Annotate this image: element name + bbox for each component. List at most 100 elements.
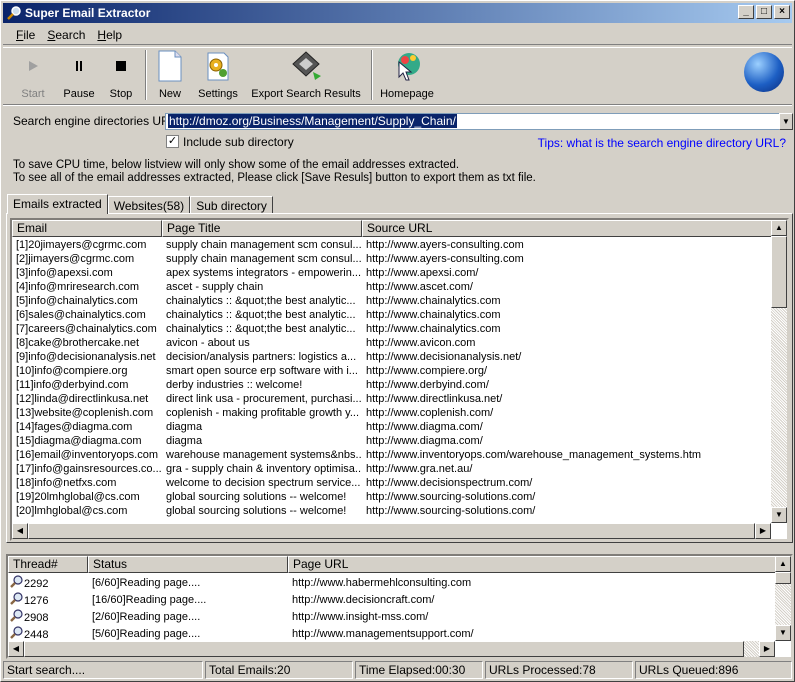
scroll-right-button[interactable]: ▶ — [755, 523, 771, 539]
source-url-cell: http://www.diagma.com/ — [366, 421, 483, 433]
scroll-left-button[interactable]: ◀ — [8, 641, 24, 657]
email-cell: [17]info@gainsresources.co... — [16, 463, 162, 475]
stop-button[interactable]: Stop — [103, 50, 139, 100]
email-row[interactable]: [3]info@apexsi.com apex systems integrato… — [12, 266, 775, 280]
email-row[interactable]: [20]lmhglobal@cs.com global sourcing solu… — [12, 504, 775, 518]
email-cell: [14]fages@diagma.com — [16, 421, 133, 433]
status-total-emails: Total Emails:20 — [205, 661, 353, 679]
status-cell: [16/60]Reading page.... — [92, 594, 207, 606]
email-row[interactable]: [12]linda@directlinkusa.net direct link u… — [12, 392, 775, 406]
menu-search[interactable]: Search — [41, 28, 91, 42]
menu-bar: File Search Help — [3, 25, 792, 45]
email-cell: [20]lmhglobal@cs.com — [16, 505, 128, 517]
page-title-cell: welcome to decision spectrum service... — [166, 477, 361, 489]
column-header-email[interactable]: Email — [12, 220, 162, 237]
tab-emails-extracted[interactable]: Emails extracted — [7, 194, 108, 214]
tab-sub-directory[interactable]: Sub directory — [190, 196, 273, 214]
email-row[interactable]: [1]20jimayers@cgrmc.com supply chain mana… — [12, 238, 775, 252]
status-state: Start search.... — [3, 661, 203, 679]
email-row[interactable]: [5]info@chainalytics.com chainalytics :: … — [12, 294, 775, 308]
scroll-thumb[interactable] — [24, 641, 744, 657]
page-title-cell: smart open source erp software with i... — [166, 365, 358, 377]
email-cell: [6]sales@chainalytics.com — [16, 309, 146, 321]
scroll-down-button[interactable]: ▼ — [775, 625, 791, 641]
thread-cell: 2908 — [8, 609, 88, 626]
export-search-results-button[interactable]: Export Search Results — [251, 50, 361, 100]
threads-listview[interactable]: Thread# Status Page URL 2292 [6/60]Readin… — [6, 554, 793, 659]
scroll-left-button[interactable]: ◀ — [12, 523, 28, 539]
include-sub-label[interactable]: Include sub directory — [183, 135, 294, 149]
scroll-right-button[interactable]: ▶ — [759, 641, 775, 657]
email-row[interactable]: [11]info@derbyind.com derby industries ::… — [12, 378, 775, 392]
page-title-cell: supply chain management scm consul... — [166, 253, 362, 265]
email-row[interactable]: [4]info@mriresearch.com ascet - supply ch… — [12, 280, 775, 294]
threads-horizontal-scrollbar[interactable]: ◀ ▶ — [8, 641, 775, 657]
column-header-page-url[interactable]: Page URL — [288, 556, 777, 573]
thread-row[interactable]: 2908 [2/60]Reading page.... http://www.ins… — [8, 609, 777, 626]
email-row[interactable]: [6]sales@chainalytics.com chainalytics ::… — [12, 308, 775, 322]
email-row[interactable]: [16]email@inventoryops.com warehouse mana… — [12, 448, 775, 462]
scroll-down-button[interactable]: ▼ — [771, 507, 787, 523]
play-icon — [29, 61, 38, 71]
thread-cell: 2292 — [8, 575, 88, 592]
toolbar-separator — [145, 50, 147, 100]
emails-listview[interactable]: Email Page Title Source URL [1]20jimayer… — [10, 218, 789, 541]
thread-row[interactable]: 1276 [16/60]Reading page.... http://www.de… — [8, 592, 777, 609]
homepage-button[interactable]: Homepage — [377, 50, 437, 100]
emails-vertical-scrollbar[interactable]: ▲ ▼ — [771, 220, 787, 523]
scroll-up-button[interactable]: ▲ — [771, 220, 787, 236]
start-button[interactable]: Start — [13, 50, 53, 100]
toolbar: Start Pause Stop New Settings Export Sea… — [3, 47, 792, 103]
scroll-up-button[interactable]: ▲ — [775, 556, 791, 572]
menu-file[interactable]: File — [3, 28, 41, 42]
column-header-status[interactable]: Status — [88, 556, 288, 573]
thread-id: 1276 — [24, 595, 49, 607]
email-row[interactable]: [9]info@decisionanalysis.net decision/ana… — [12, 350, 775, 364]
menu-help[interactable]: Help — [91, 28, 128, 42]
status-urls-processed: URLs Processed:78 — [485, 661, 633, 679]
column-header-page-title[interactable]: Page Title — [162, 220, 362, 237]
status-bar: Start search.... Total Emails:20 Time El… — [3, 661, 792, 679]
page-title-cell: coplenish - making profitable growth y..… — [166, 407, 359, 419]
email-cell: [11]info@derbyind.com — [16, 379, 129, 391]
scroll-thumb[interactable] — [775, 572, 791, 584]
email-row[interactable]: [10]info@compiere.org smart open source e… — [12, 364, 775, 378]
settings-button[interactable]: Settings — [195, 50, 241, 100]
email-row[interactable]: [2]jimayers@cgrmc.com supply chain manage… — [12, 252, 775, 266]
thread-id: 2448 — [24, 629, 49, 641]
email-row[interactable]: [8]cake@brothercake.net avicon - about us… — [12, 336, 775, 350]
scroll-thumb[interactable] — [28, 523, 755, 539]
email-cell: [5]info@chainalytics.com — [16, 295, 138, 307]
page-title-cell: global sourcing solutions -- welcome! — [166, 505, 347, 517]
threads-vertical-scrollbar[interactable]: ▲ ▼ — [775, 556, 791, 641]
column-header-source-url[interactable]: Source URL — [362, 220, 775, 237]
minimize-button[interactable]: _ — [738, 5, 754, 19]
scroll-thumb[interactable] — [771, 236, 787, 308]
tab-websites[interactable]: Websites(58) — [107, 196, 191, 214]
email-row[interactable]: [14]fages@diagma.com diagma http://www.dia… — [12, 420, 775, 434]
url-dropdown-button[interactable]: ▼ — [779, 113, 793, 130]
email-cell: [10]info@compiere.org — [16, 365, 128, 377]
status-cell: [6/60]Reading page.... — [92, 577, 201, 589]
emails-horizontal-scrollbar[interactable]: ◀ ▶ — [12, 523, 771, 539]
thread-row[interactable]: 2292 [6/60]Reading page.... http://www.hab… — [8, 575, 777, 592]
email-row[interactable]: [19]20lmhglobal@cs.com global sourcing so… — [12, 490, 775, 504]
email-row[interactable]: [15]diagma@diagma.com diagma http://www.di… — [12, 434, 775, 448]
close-button[interactable]: × — [774, 5, 790, 19]
tips-link[interactable]: Tips: what is the search engine director… — [538, 136, 786, 150]
title-bar: Super Email Extractor _ □ × — [3, 3, 792, 23]
divider — [3, 104, 792, 106]
email-row[interactable]: [17]info@gainsresources.co... gra - suppl… — [12, 462, 775, 476]
email-row[interactable]: [7]careers@chainalytics.com chainalytics … — [12, 322, 775, 336]
source-url-cell: http://www.ayers-consulting.com — [366, 253, 524, 265]
magnifier-icon — [10, 592, 23, 605]
new-button[interactable]: New — [153, 50, 187, 100]
pause-button[interactable]: Pause — [59, 50, 99, 100]
threads-header: Thread# Status Page URL — [8, 556, 777, 573]
maximize-button[interactable]: □ — [756, 5, 772, 19]
email-row[interactable]: [13]website@coplenish.com coplenish - mak… — [12, 406, 775, 420]
include-sub-checkbox[interactable]: ✓ — [166, 135, 179, 148]
email-row[interactable]: [18]info@netfxs.com welcome to decision s… — [12, 476, 775, 490]
url-input[interactable]: http://dmoz.org/Business/Management/Supp… — [165, 113, 780, 130]
column-header-thread[interactable]: Thread# — [8, 556, 88, 573]
